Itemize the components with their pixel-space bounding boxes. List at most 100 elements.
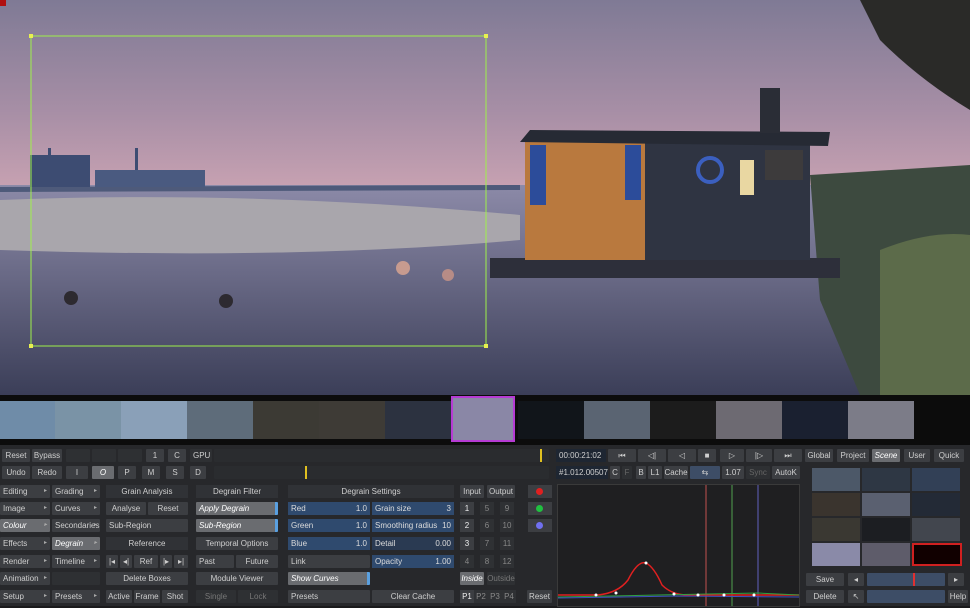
bypass-button[interactable]: Bypass [32,449,62,462]
m-button[interactable]: M [142,466,160,479]
blue-channel-button[interactable] [528,519,552,532]
scene-thumbnail[interactable] [912,468,960,491]
input-5[interactable]: 5 [480,502,494,515]
toolbar-blank-2[interactable] [92,449,116,462]
shot-button[interactable]: Shot [162,590,188,603]
scene-thumbnail-selected[interactable] [912,543,962,566]
green-channel-button[interactable] [528,502,552,515]
ref-next-icon[interactable]: |▸ [160,555,172,568]
cache-button[interactable]: Cache [664,466,688,479]
zoom-value[interactable]: 1.07 [722,466,744,479]
link-button[interactable]: Link [288,555,370,568]
i-button[interactable]: I [66,466,88,479]
submenu-timeline[interactable]: Timeline ▸ [52,555,100,568]
ref-button[interactable]: Ref [134,555,158,568]
play-reverse-button[interactable]: ◁ [668,449,696,462]
tab-quick[interactable]: Quick [934,449,964,462]
scene-thumbnail[interactable] [862,543,910,566]
toolbar-blank-1[interactable] [66,449,90,462]
f-toggle[interactable]: F [622,466,632,479]
curve-graph[interactable] [557,484,800,607]
module-viewer-button[interactable]: Module Viewer [196,572,278,585]
tab-global[interactable]: Global [805,449,833,462]
submenu-grading[interactable]: Grading ▸ [52,485,100,498]
grain-reset-button[interactable]: Reset [148,502,188,515]
delete-button[interactable]: Delete [806,590,844,603]
tab-scene[interactable]: Scene [872,449,900,462]
ref-last-icon[interactable]: ▸| [174,555,188,568]
submenu-degrain[interactable]: Degrain ▸ [52,537,100,550]
opacity-slider[interactable]: Opacity 1.00 [372,555,454,568]
shot-timeline-strip[interactable] [0,395,970,445]
outside-button[interactable]: Outside [487,572,515,585]
scene-thumbnail[interactable] [812,493,860,516]
video-viewer[interactable] [0,0,970,395]
single-button[interactable]: Single [196,590,236,603]
green-slider[interactable]: Green 1.0 [288,519,370,532]
sync-button[interactable]: Sync [746,466,770,479]
scene-thumbnail[interactable] [862,518,910,541]
input-10[interactable]: 10 [500,519,514,532]
delete-boxes-button[interactable]: Delete Boxes [106,572,188,585]
degrain-subregion-toggle[interactable]: Sub-Region [196,519,278,532]
clear-cache-button[interactable]: Clear Cache [372,590,454,603]
submenu-secondaries[interactable]: Secondaries ▸ [52,519,100,532]
input-1[interactable]: 1 [460,502,474,515]
shot-thumbnail[interactable] [319,401,385,439]
input-6[interactable]: 6 [480,519,494,532]
scene-thumbnail[interactable] [812,543,860,566]
past-button[interactable]: Past [196,555,234,568]
blue-slider[interactable]: Blue 1.0 [288,537,370,550]
grain-subregion-button[interactable]: Sub-Region [106,519,188,532]
scene-thumbnail[interactable] [862,493,910,516]
temporal-options-button[interactable]: Temporal Options [196,537,278,550]
shot-thumbnail[interactable] [385,401,451,439]
lock-button[interactable]: Lock [238,590,278,603]
shot-thumbnail[interactable] [518,401,584,439]
shot-thumbnail[interactable] [584,401,650,439]
tab-user[interactable]: User [904,449,930,462]
next-scene-icon[interactable]: ▸ [948,573,964,586]
scene-bottom-bar[interactable] [867,590,945,603]
menu-render[interactable]: Render ▸ [0,555,50,568]
detail-slider[interactable]: Detail 0.00 [372,537,454,550]
submenu-curves[interactable]: Curves ▸ [52,502,100,515]
inside-button[interactable]: Inside [460,572,484,585]
scene-thumbnail[interactable] [862,468,910,491]
save-button[interactable]: Save [806,573,844,586]
smoothing-slider[interactable]: Smoothing radius 10 [372,519,454,532]
red-channel-button[interactable] [528,485,552,498]
scene-slider[interactable] [867,573,945,586]
play-button[interactable]: ▷ [720,449,744,462]
menu-colour[interactable]: Colour ▸ [0,519,50,532]
p3-button[interactable]: P3 [488,590,502,603]
loop-icon[interactable]: ⇆ [690,466,720,479]
output-button[interactable]: Output [487,485,515,498]
input-12[interactable]: 12 [500,555,514,568]
frame-button[interactable]: Frame [134,590,160,603]
input-9[interactable]: 9 [500,502,514,515]
shot-thumbnail[interactable] [716,401,782,439]
shot-thumbnail[interactable] [253,401,319,439]
undo-button[interactable]: Undo [2,466,30,479]
d-button[interactable]: D [190,466,206,479]
ref-first-icon[interactable]: |◂ [106,555,118,568]
prev-scene-icon[interactable]: ◂ [848,573,864,586]
input-7[interactable]: 7 [480,537,494,550]
stop-button[interactable]: ■ [698,449,716,462]
p4-button[interactable]: P4 [502,590,516,603]
scene-thumbnail[interactable] [912,493,960,516]
c-button[interactable]: C [168,449,186,462]
input-4[interactable]: 4 [460,555,474,568]
shot-thumbnail-selected[interactable] [451,396,515,442]
presets-button[interactable]: Presets [288,590,370,603]
step-back-button[interactable]: ◁| [638,449,666,462]
submenu-empty[interactable] [52,572,100,585]
p2-button[interactable]: P2 [474,590,488,603]
scene-thumbnail[interactable] [812,518,860,541]
help-button[interactable]: Help [948,590,968,603]
menu-animation[interactable]: Animation ▸ [0,572,50,585]
shot-thumbnail[interactable] [121,401,187,439]
l1-toggle[interactable]: L1 [648,466,662,479]
io-reset-button[interactable]: Reset [527,590,552,603]
